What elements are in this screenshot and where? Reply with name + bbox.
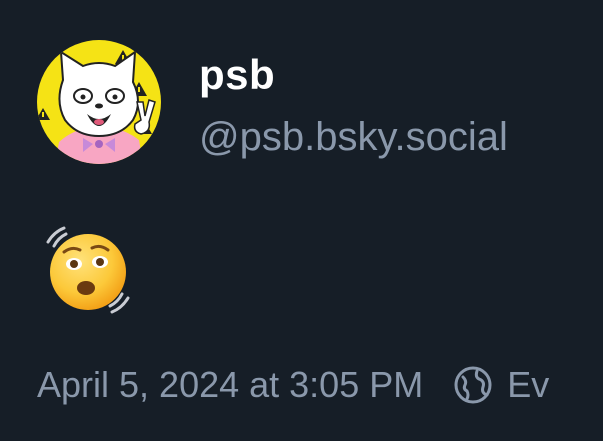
post-emoji-graphic: [46, 226, 130, 314]
post-card[interactable]: psb @psb.bsky.social April 5, 2024 at 3:…: [0, 0, 603, 441]
post-timestamp[interactable]: April 5, 2024 at 3:05 PM: [37, 364, 423, 406]
author-display-name[interactable]: psb: [199, 50, 275, 100]
author-handle[interactable]: @psb.bsky.social: [199, 112, 508, 162]
post-meta: April 5, 2024 at 3:05 PM Ev: [37, 360, 549, 410]
author-avatar[interactable]: [37, 40, 161, 164]
audience-label[interactable]: Ev: [507, 364, 549, 406]
astonished-face-emoji: [40, 222, 136, 318]
globe-icon: [453, 365, 493, 405]
avatar-image: [37, 40, 161, 164]
